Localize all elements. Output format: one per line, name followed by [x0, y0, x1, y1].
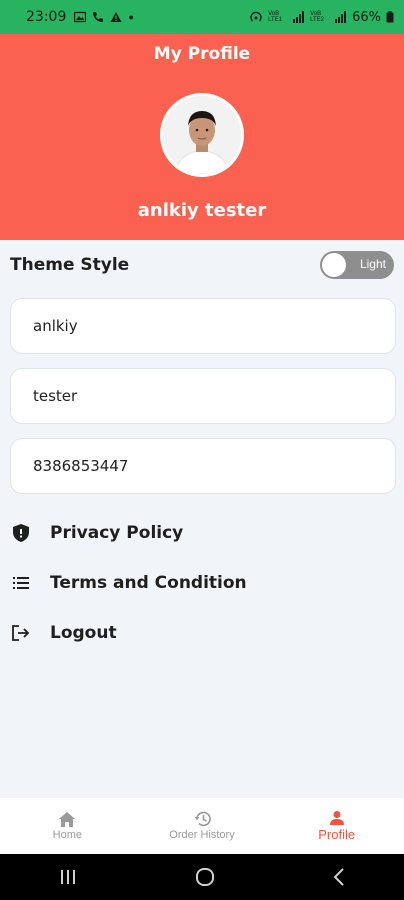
- recent-apps-icon[interactable]: [59, 869, 77, 885]
- person-icon: [329, 810, 344, 825]
- nav-profile-label: Profile: [318, 826, 356, 842]
- avatar[interactable]: [160, 93, 244, 177]
- phone-field[interactable]: 8386853447: [10, 438, 396, 494]
- alert-icon: [110, 12, 122, 22]
- status-time: 23:09: [26, 9, 67, 25]
- system-navigation-bar: [0, 854, 404, 900]
- home-button-icon[interactable]: [195, 867, 215, 887]
- page-title: My Profile: [153, 44, 251, 64]
- privacy-policy-label: Privacy Policy: [50, 523, 184, 543]
- shield-icon: [10, 522, 32, 544]
- status-bar: 23:09 ● VoB LTE1 VoB LTE2 66%: [0, 0, 404, 34]
- nav-home[interactable]: Home: [0, 798, 135, 854]
- back-icon[interactable]: [333, 868, 345, 886]
- hotspot-icon: [250, 11, 262, 22]
- network-1-label: VoB LTE1: [268, 11, 282, 23]
- battery-level: 66%: [352, 9, 381, 25]
- signal-1-icon: [293, 11, 305, 23]
- battery-icon: [386, 11, 394, 23]
- user-photo-icon: [163, 96, 241, 174]
- toggle-knob: [322, 253, 346, 277]
- terms-label: Terms and Condition: [50, 573, 247, 593]
- nav-home-label: Home: [52, 828, 82, 841]
- theme-style-label: Theme Style: [10, 255, 130, 275]
- nav-profile[interactable]: Profile: [269, 798, 404, 854]
- nav-order-history-label: Order History: [169, 829, 235, 841]
- first-name-field[interactable]: anlkiy: [10, 298, 396, 354]
- list-icon: [10, 572, 32, 594]
- menu-item-terms[interactable]: Terms and Condition: [10, 563, 396, 603]
- theme-style-row: Theme Style Light: [0, 240, 404, 290]
- last-name-field[interactable]: tester: [10, 368, 396, 424]
- nav-order-history[interactable]: Order History: [135, 798, 270, 854]
- logout-icon: [10, 622, 32, 644]
- profile-header: My Profile anlkiy tester: [0, 34, 404, 240]
- logout-label: Logout: [50, 623, 117, 643]
- signal-2-icon: [335, 11, 347, 23]
- theme-toggle[interactable]: Light: [320, 251, 394, 279]
- history-icon: [194, 811, 211, 827]
- menu-item-privacy-policy[interactable]: Privacy Policy: [10, 513, 396, 553]
- menu-item-logout[interactable]: Logout: [10, 613, 396, 653]
- network-2-label: VoB LTE2: [310, 11, 324, 23]
- home-icon: [59, 811, 76, 827]
- dot-icon: ●: [128, 12, 134, 22]
- bottom-navigation: Home Order History Profile: [0, 798, 404, 854]
- gallery-icon: [74, 11, 87, 23]
- call-icon: [93, 12, 104, 22]
- profile-name: anlkiy tester: [137, 200, 267, 221]
- toggle-label: Light: [359, 257, 386, 271]
